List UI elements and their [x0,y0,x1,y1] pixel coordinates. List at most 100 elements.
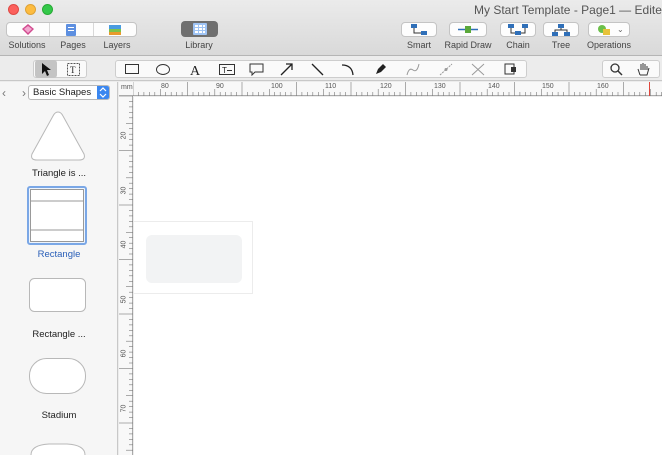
arrow-pointer-icon [42,62,51,76]
chain-label: Chain [506,40,530,50]
solutions-button[interactable] [7,23,51,36]
solutions-icon [22,24,35,35]
close-window-button[interactable] [8,4,19,15]
ruler-left-label: 70 [120,404,128,413]
text-field-icon: T [219,63,235,75]
ruler-left-label: 20 [120,131,128,140]
ruler-position-marker [649,82,650,96]
operations-button[interactable]: ⌄ [588,22,630,37]
ruler-top-label: 160 [597,83,609,90]
operations-label: Operations [586,40,632,50]
ellipse-icon [156,63,170,75]
shape-item-triangle[interactable] [0,108,118,168]
text-box-tool[interactable]: T [62,60,84,78]
ruler-top-label: 90 [216,83,224,90]
freehand-icon [406,63,420,75]
bezier-tool[interactable] [435,60,457,78]
vertical-ruler: 20 30 40 50 60 70 [119,96,133,455]
ruler-top-label: 130 [434,83,446,90]
library-select-value: Basic Shapes [33,87,92,98]
spline-tool[interactable] [467,60,489,78]
ruler-left-label: 30 [120,186,128,195]
bezier-icon [439,63,453,75]
rapid-draw-label: Rapid Draw [444,40,492,50]
spline-icon [471,63,485,75]
callout-icon [249,63,263,76]
tree-button[interactable] [543,22,579,37]
shape-item-rectangle[interactable] [0,186,118,246]
layers-label: Layers [103,40,131,50]
chain-button[interactable] [500,22,536,37]
pages-icon [66,23,77,36]
chain-icon [508,24,528,35]
horizontal-ruler: mm 80 90 100 110 120 130 140 150 160 [119,82,662,96]
shape-label-rounded-rectangle: Rectangle ... [32,329,86,340]
ruler-left-label: 60 [120,349,128,358]
pen-tool[interactable] [369,60,391,78]
horizontal-ruler-ticks [133,82,662,96]
shape-label-rectangle: Rectangle [37,249,81,260]
library-navigation: ‹ › [2,86,26,100]
ruler-unit: mm [121,84,133,91]
pages-label: Pages [60,40,86,50]
rapid-draw-button[interactable] [449,22,487,37]
rectangle-drag-ghost [146,235,242,283]
tree-label: Tree [551,40,571,50]
smart-connector-icon [411,24,427,35]
arc-icon [341,63,354,75]
ruler-top-label: 100 [271,83,283,90]
smart-button[interactable] [401,22,437,37]
ruler-top-label: 80 [161,83,169,90]
pen-icon [375,63,386,74]
layers-icon [108,24,121,35]
ruler-top-label: 110 [325,83,337,90]
ruler-left-label: 40 [120,240,128,249]
ruler-top-label: 140 [488,83,500,90]
operations-icon [598,24,610,35]
pages-button[interactable] [50,23,94,36]
chevron-left-icon[interactable]: ‹ [2,86,6,100]
window-titlebar: My Start Template - Page1 — Edited Solut… [0,0,662,56]
shape-item-rounded-rectangle[interactable] [0,278,118,314]
svg-text:T: T [222,66,227,75]
ruler-top-label: 150 [542,83,554,90]
ruler-left-label: 50 [120,295,128,304]
library-button[interactable] [181,21,218,37]
layers-button[interactable] [94,23,136,36]
rectangle-tool[interactable] [121,60,143,78]
arrow-tool[interactable] [275,60,297,78]
view-segmented-control [6,22,137,37]
freehand-tool[interactable] [402,60,424,78]
shape-item-stadium[interactable] [0,358,118,396]
window-title: My Start Template - Page1 — Edited [474,3,662,17]
zoom-tool[interactable] [605,60,627,78]
format-painter-tool[interactable] [499,60,521,78]
text-box-icon: T [66,62,80,76]
line-tool[interactable] [306,60,328,78]
line-icon [311,63,323,75]
zoom-window-button[interactable] [42,4,53,15]
minimize-window-button[interactable] [25,4,36,15]
text-tool[interactable]: A [185,60,207,78]
rounded-rectangle-shape-icon [29,278,86,312]
chevron-right-icon[interactable]: › [22,86,26,100]
vertical-ruler-ticks [119,96,133,451]
svg-text:A: A [190,64,201,76]
library-select[interactable]: Basic Shapes [28,85,110,100]
magnifier-icon [609,62,623,76]
shape-library-sidebar: ‹ › Basic Shapes Triangle is ... Rectang… [0,82,118,455]
callout-tool[interactable] [245,60,267,78]
stadium-shape-icon [29,358,86,394]
triangle-shape-icon [31,111,85,161]
rectangle-shape-icon [30,189,84,242]
rectangle-icon [125,64,139,74]
ellipse-tool[interactable] [152,60,174,78]
format-painter-icon [504,63,516,74]
ruler-top-label: 120 [380,83,392,90]
text-field-tool[interactable]: T [216,60,238,78]
pointer-tool[interactable] [35,60,57,78]
arc-tool[interactable] [337,60,359,78]
drawing-canvas[interactable] [134,97,662,455]
arrow-diagonal-icon [280,62,293,75]
hand-tool[interactable] [632,60,654,78]
